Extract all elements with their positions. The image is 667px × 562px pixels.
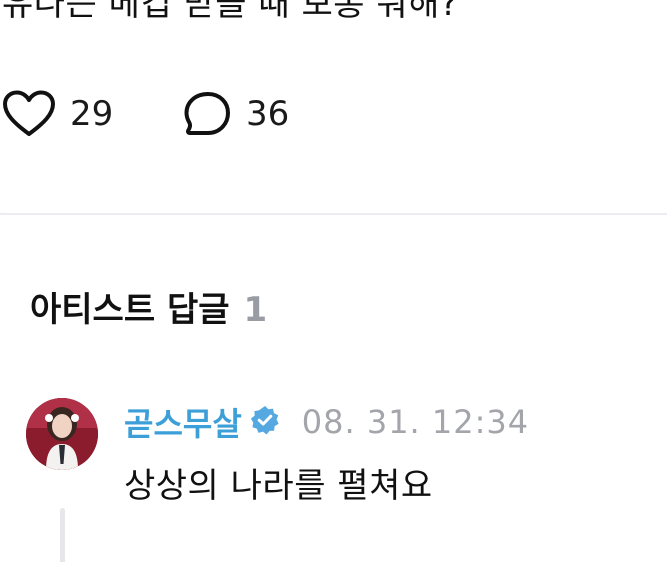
thread-line	[60, 508, 65, 562]
speech-bubble-icon	[182, 90, 232, 138]
comment-count: 36	[246, 94, 290, 134]
heart-icon	[2, 90, 56, 138]
reply-header: 곧스무살 08. 31. 12:34	[124, 398, 529, 446]
like-button[interactable]: 29	[2, 90, 113, 138]
avatar[interactable]	[26, 398, 98, 470]
verified-badge-icon	[250, 405, 280, 439]
artist-reply-section-title: 아티스트 답글 1	[30, 282, 267, 331]
reply-text: 상상의 나라를 펼쳐요	[124, 466, 433, 506]
author-name[interactable]: 곧스무살	[124, 399, 242, 445]
artist-reply-screen: 유나는 메컵 받을 때 보통 뭐해? 29 36 아티스트 답글 1 곧스무살 …	[0, 0, 667, 562]
post-card: 유나는 메컵 받을 때 보통 뭐해? 29 36	[0, 0, 667, 215]
section-title-label: 아티스트 답글	[30, 290, 230, 330]
post-text: 유나는 메컵 받을 때 보통 뭐해?	[2, 0, 459, 24]
like-count: 29	[70, 94, 114, 134]
comment-button[interactable]: 36	[182, 90, 289, 138]
artist-reply-count: 1	[243, 290, 268, 330]
reply-timestamp: 08. 31. 12:34	[301, 403, 530, 441]
